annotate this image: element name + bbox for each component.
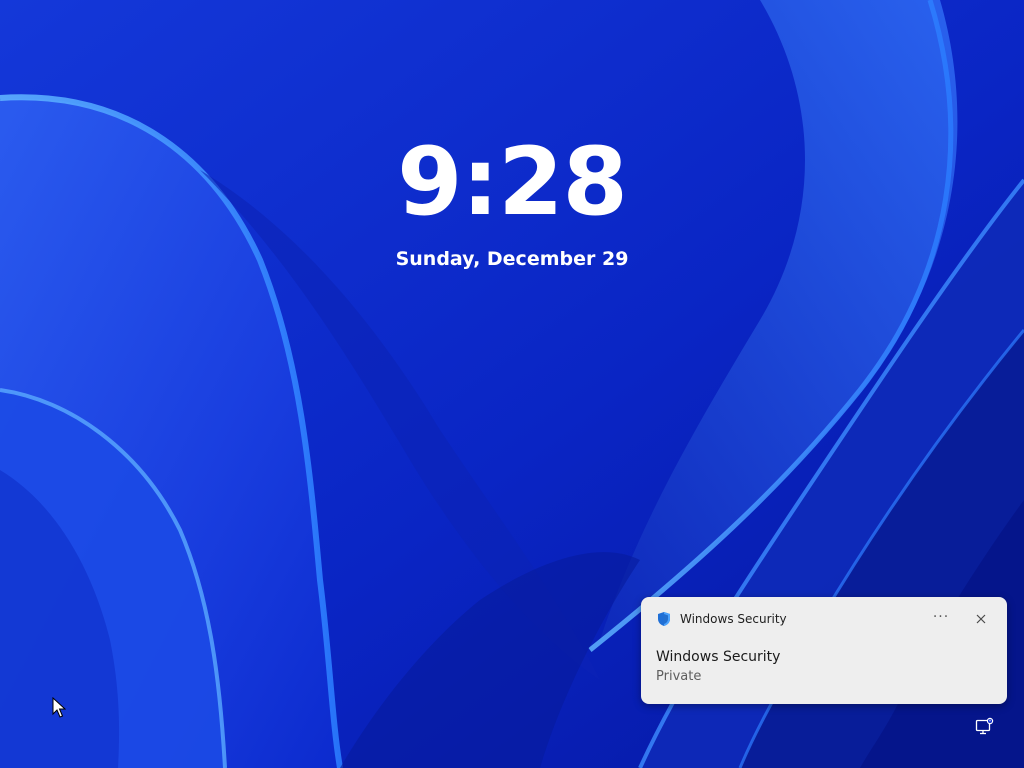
mouse-cursor-icon — [52, 696, 67, 719]
network-status-icon[interactable] — [974, 716, 994, 736]
toast-title: Windows Security — [656, 649, 781, 665]
toast-body: Private — [656, 669, 702, 684]
lock-screen-time: 9:28 — [397, 128, 628, 237]
security-notification-toast[interactable]: Windows Security ··· Windows Security Pr… — [641, 597, 1007, 704]
close-icon[interactable] — [968, 608, 994, 630]
shield-icon — [656, 611, 672, 627]
toast-app-name: Windows Security — [680, 612, 787, 626]
toast-header: Windows Security ··· — [641, 597, 1007, 641]
more-options-icon[interactable]: ··· — [928, 608, 954, 630]
lock-screen-date: Sunday, December 29 — [395, 248, 629, 270]
lock-screen[interactable]: 9:28 Sunday, December 29 Windows Securit… — [0, 0, 1024, 768]
